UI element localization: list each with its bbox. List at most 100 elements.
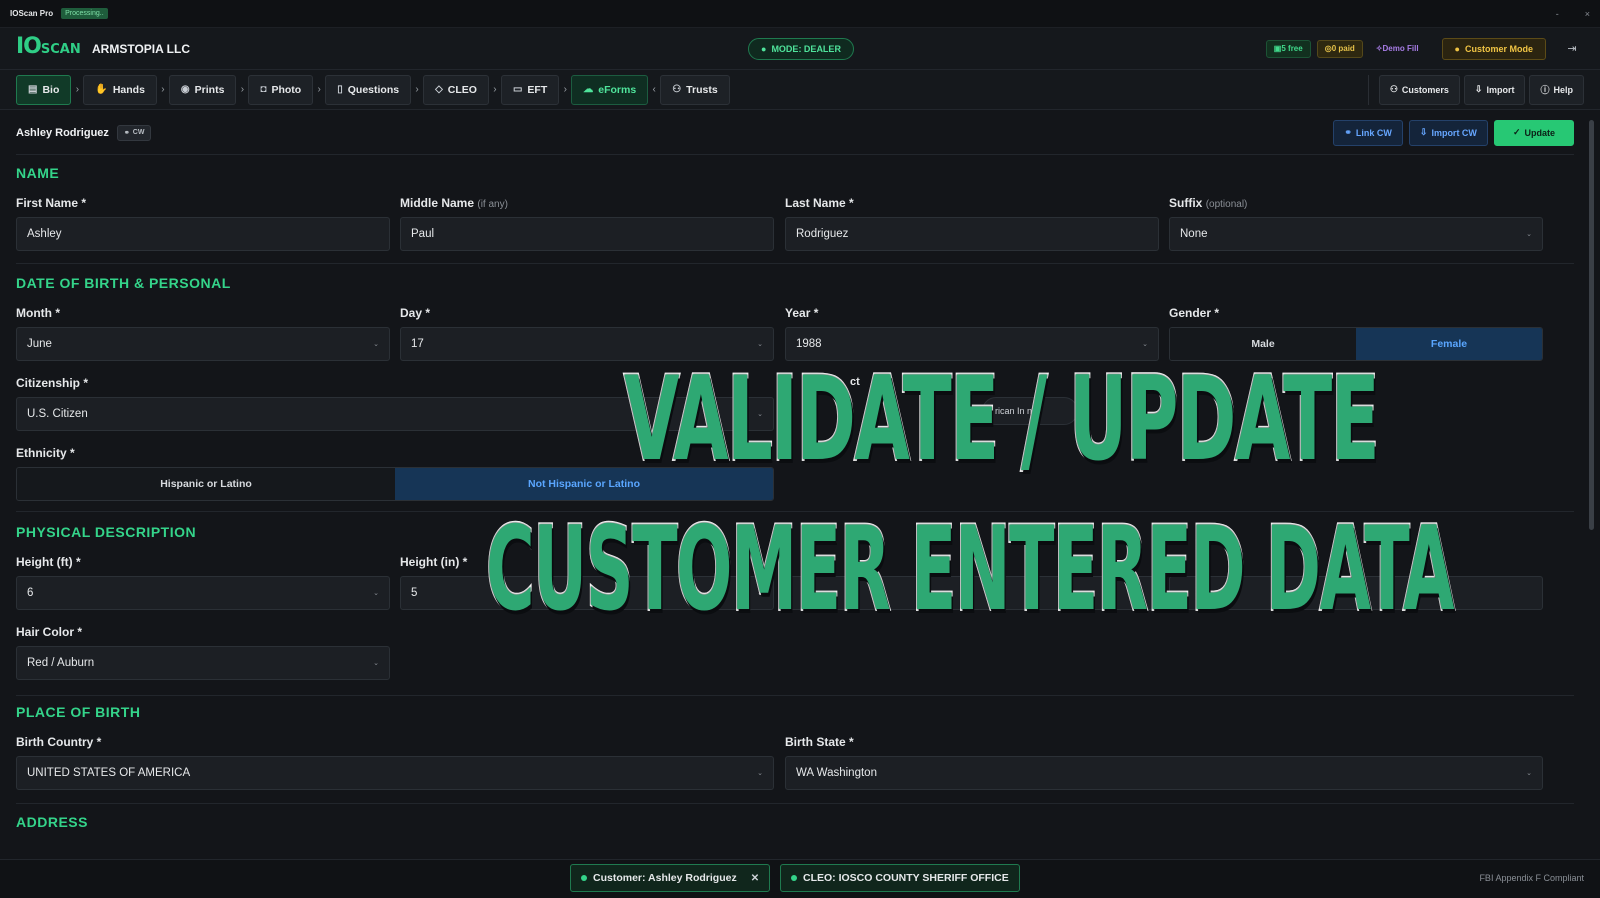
logout-icon[interactable]: ⇥ (1560, 38, 1584, 60)
middle-name-input[interactable]: Paul (400, 217, 774, 251)
close-icon[interactable]: ✕ (751, 873, 759, 884)
person-bar: Ashley Rodriguez ⚭ CW ⚭ Link CW ⇩ Import CW… (16, 119, 1574, 155)
gender-label: Gender * (1169, 306, 1220, 320)
chevron-right-icon: › (161, 84, 165, 95)
paid-credits-badge: ◎ 0 paid (1316, 39, 1363, 58)
import-icon: ⇩ (1474, 84, 1483, 94)
update-button[interactable]: ✓ Update (1493, 119, 1574, 146)
chevron-down-icon: ⌄ (373, 660, 379, 667)
import-button[interactable]: ⇩ Import (1463, 74, 1526, 105)
last-name-input[interactable]: Rodriguez (785, 217, 1159, 251)
mode-badge: ● MODE: DEALER (748, 38, 854, 60)
section-name-title: NAME (16, 165, 60, 181)
birth-country-select[interactable]: UNITED STATES OF AMERICA ⌄ (16, 756, 774, 790)
overlay-caption-line1: VALIDATE / UPDATE (623, 351, 1381, 487)
tab-eft[interactable]: ▭ EFT (500, 74, 560, 105)
scrollbar-thumb[interactable] (1589, 120, 1594, 530)
chevron-down-icon: ⌄ (1142, 341, 1148, 348)
height-ft-label: Height (ft) * (16, 555, 81, 569)
download-icon: ⇩ (1419, 127, 1428, 137)
tab-eforms[interactable]: ☁ eForms (571, 74, 649, 105)
hand-icon: ✋ (95, 84, 108, 95)
overlay-caption-line2: CUSTOMER ENTERED DATA (485, 501, 1456, 637)
status-footer: Customer: Ashley Rodriguez ✕ CLEO: IOSCO… (0, 859, 1600, 898)
chevron-right-icon: › (415, 84, 419, 95)
check-icon: ✓ (1512, 127, 1521, 137)
section-physical-title: PHYSICAL DESCRIPTION (16, 524, 197, 540)
citizenship-label: Citizenship * (16, 376, 89, 390)
chevron-right-icon: › (563, 84, 567, 95)
chevron-right-icon: › (493, 84, 497, 95)
gift-icon: ▣ (1273, 44, 1282, 53)
ethnicity-hispanic-option[interactable]: Hispanic or Latino (17, 468, 395, 500)
chevron-right-icon: › (317, 84, 321, 95)
customer-status-chip[interactable]: Customer: Ashley Rodriguez ✕ (570, 864, 771, 892)
camera-icon: ◘ (260, 84, 267, 95)
close-window-button[interactable]: × (1585, 9, 1590, 19)
id-card-icon: ▤ (28, 84, 38, 95)
height-ft-select[interactable]: 6 ⌄ (16, 576, 390, 610)
link-icon: ⚭ (123, 129, 130, 137)
section-dob-title: DATE OF BIRTH & PERSONAL (16, 275, 231, 291)
tab-bio[interactable]: ▤ Bio (16, 74, 72, 105)
first-name-input[interactable]: Ashley (16, 217, 390, 251)
customer-mode-button[interactable]: ● Customer Mode (1441, 37, 1546, 60)
compliance-text: FBI Appendix F Compliant (1479, 873, 1584, 883)
month-select[interactable]: June ⌄ (16, 327, 390, 361)
users-icon: ⚇ (1389, 84, 1398, 94)
clipboard-icon: ▯ (337, 84, 343, 95)
cloud-icon: ☁ (583, 84, 594, 95)
chevron-down-icon: ⌄ (373, 590, 379, 597)
tab-cleo[interactable]: ◇ CLEO (423, 74, 489, 105)
cleo-status-chip[interactable]: CLEO: IOSCO COUNTY SHERIFF OFFICE (780, 864, 1020, 892)
app-title: IOScan Pro (10, 9, 54, 18)
tab-prints[interactable]: ◉ Prints (168, 74, 237, 105)
shield-icon: ● (761, 44, 767, 54)
document-icon: ▭ (512, 84, 523, 95)
section-birth-title: PLACE OF BIRTH (16, 704, 141, 720)
chevron-right-icon: › (75, 84, 80, 95)
suffix-select[interactable]: None ⌄ (1169, 217, 1543, 251)
month-label: Month * (16, 306, 60, 320)
suffix-label: Suffix (optional) (1169, 196, 1248, 210)
hair-color-select[interactable]: Red / Auburn ⌄ (16, 646, 390, 680)
link-icon: ⚭ (1344, 127, 1352, 137)
demo-fill-button[interactable]: ✧ Demo Fill (1369, 40, 1426, 58)
chevron-down-icon: ⌄ (757, 770, 763, 777)
year-label: Year * (785, 306, 819, 320)
birth-country-label: Birth Country * (16, 735, 102, 749)
birth-state-select[interactable]: WA Washington ⌄ (785, 756, 1543, 790)
section-address-title: ADDRESS (16, 814, 88, 830)
company-name: ARMSTOPIA LLC (92, 41, 190, 56)
chevron-down-icon: ⌄ (1526, 231, 1532, 238)
minimize-button[interactable]: - (1556, 9, 1559, 19)
tab-hands[interactable]: ✋ Hands (83, 74, 157, 105)
divider (16, 263, 1574, 264)
ioscan-logo: IOSCAN (16, 34, 81, 59)
cw-tag: ⚭ CW (116, 124, 152, 141)
customers-button[interactable]: ⚇ Customers (1378, 74, 1460, 105)
processing-badge: Processing.. (61, 8, 108, 19)
coin-icon: ◎ (1324, 44, 1332, 53)
ethnicity-label: Ethnicity * (16, 446, 75, 460)
person-name: Ashley Rodriguez (16, 126, 109, 139)
chevron-right-icon: › (240, 84, 245, 95)
fingerprint-icon: ◉ (180, 84, 190, 95)
link-cw-button[interactable]: ⚭ Link CW (1333, 119, 1403, 146)
tab-trusts[interactable]: ⚇ Trusts (660, 74, 730, 105)
birth-state-label: Birth State * (785, 735, 854, 749)
vertical-scrollbar[interactable] (1589, 116, 1594, 836)
chevron-left-icon: ‹ (652, 84, 656, 95)
import-cw-button[interactable]: ⇩ Import CW (1408, 119, 1488, 146)
workflow-nav: ▤ Bio › ✋ Hands › ◉ Prints › ◘ Photo › ▯ Ques… (0, 70, 1600, 110)
first-name-label: First Name * (16, 196, 87, 210)
last-name-label: Last Name * (785, 196, 854, 210)
divider (16, 803, 1574, 804)
divider (16, 695, 1574, 696)
gender-female-option[interactable]: Female (1356, 328, 1542, 360)
height-in-label: Height (in) * (400, 555, 468, 569)
chevron-down-icon: ⌄ (373, 341, 379, 348)
help-button[interactable]: ⓘ Help (1529, 74, 1584, 105)
tab-questions[interactable]: ▯ Questions (325, 74, 412, 105)
tab-photo[interactable]: ◘ Photo (248, 74, 314, 105)
